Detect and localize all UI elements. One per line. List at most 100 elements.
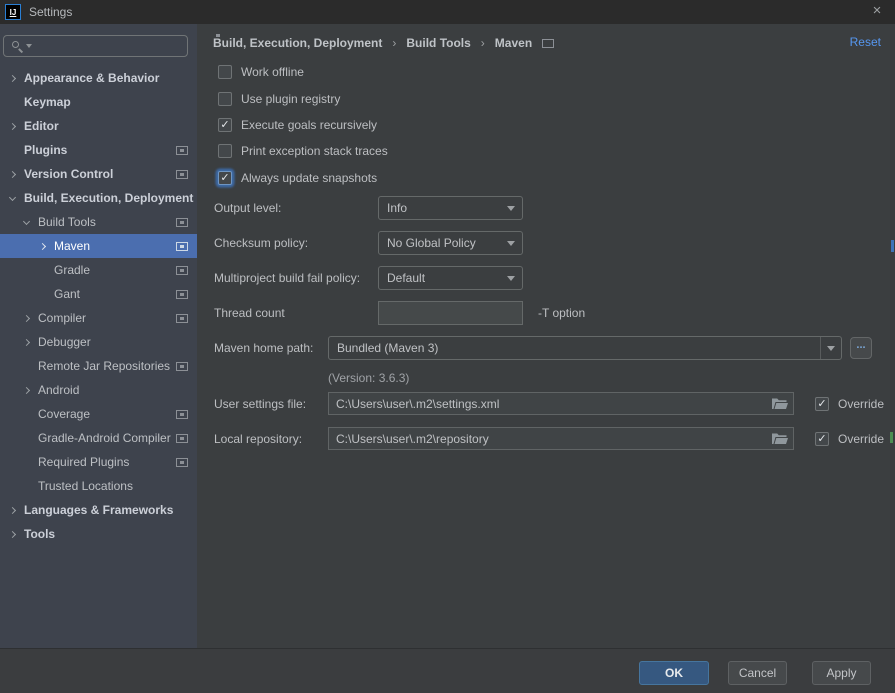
settings-search-input[interactable] [38,37,183,55]
sidebar-item-label: Appearance & Behavior [24,71,159,85]
reset-link[interactable]: Reset [850,35,881,49]
chevron-right-icon[interactable] [38,244,54,249]
sidebar-item-tools[interactable]: Tools [0,522,197,546]
sidebar-item-compiler[interactable]: Compiler [0,306,197,330]
close-icon[interactable]: × [865,0,889,24]
checkbox-box[interactable] [815,432,829,446]
sidebar-item-remote-jar-repositories[interactable]: Remote Jar Repositories [0,354,197,378]
breadcrumb-separator: › [392,36,396,50]
sidebar-item-gradle[interactable]: Gradle [0,258,197,282]
chevron-right-icon[interactable] [8,76,24,81]
breadcrumb-separator: › [481,36,485,50]
breadcrumb-segment[interactable]: Build, Execution, Deployment [213,36,382,50]
cancel-button[interactable]: Cancel [728,661,787,685]
sidebar-item-editor[interactable]: Editor [0,114,197,138]
override-label: Override [838,432,884,446]
chevron-down-icon[interactable] [22,221,38,224]
sidebar-item-build-execution-deployment[interactable]: Build, Execution, Deployment [0,186,197,210]
override-local-repository[interactable]: Override [815,427,884,451]
checkbox-box[interactable] [218,118,232,132]
user-settings-file-input[interactable] [329,393,793,414]
settings-sidebar: Appearance & Behavior Keymap Editor Plug… [0,24,197,648]
sidebar-item-languages-frameworks[interactable]: Languages & Frameworks [0,498,197,522]
user-settings-file-field[interactable] [328,392,794,415]
checkbox-execute-goals-recursively[interactable]: Execute goals recursively [218,115,377,135]
chevron-right-icon[interactable] [22,388,38,393]
checkbox-label: Print exception stack traces [241,144,388,158]
sidebar-item-label: Editor [24,119,59,133]
checkbox-print-exception-stack-traces[interactable]: Print exception stack traces [218,141,388,161]
breadcrumb: Build, Execution, Deployment › Build Too… [213,32,554,54]
sidebar-item-gradle-android-compiler[interactable]: Gradle-Android Compiler [0,426,197,450]
field-label: Local repository: [214,427,302,451]
sidebar-item-appearance-behavior[interactable]: Appearance & Behavior [0,66,197,90]
sidebar-item-plugins[interactable]: Plugins [0,138,197,162]
checkbox-box[interactable] [218,144,232,158]
sidebar-item-label: Keymap [24,95,71,109]
chevron-right-icon[interactable] [22,340,38,345]
checksum-policy-select[interactable]: No Global Policy [378,231,523,255]
override-label: Override [838,397,884,411]
sidebar-item-build-tools[interactable]: Build Tools [0,210,197,234]
chevron-right-icon[interactable] [8,532,24,537]
combobox-arrow-button[interactable] [820,337,841,359]
project-settings-icon [176,266,188,275]
sidebar-item-version-control[interactable]: Version Control [0,162,197,186]
folder-icon[interactable] [772,397,788,410]
chevron-down-icon[interactable] [8,197,24,200]
sidebar-item-android[interactable]: Android [0,378,197,402]
apply-button[interactable]: Apply [812,661,871,685]
settings-search-field[interactable] [3,35,188,57]
chevron-right-icon[interactable] [8,172,24,177]
chevron-right-icon[interactable] [8,124,24,129]
title-bar: IJ Settings × [0,0,895,24]
multiproject-build-fail-policy-select[interactable]: Default [378,266,523,290]
override-user-settings[interactable]: Override [815,392,884,416]
breadcrumb-segment[interactable]: Build Tools [406,36,470,50]
sidebar-item-keymap[interactable]: Keymap [0,90,197,114]
selected-value: No Global Policy [387,236,476,250]
checkbox-label: Use plugin registry [241,92,340,106]
thread-count-input[interactable] [378,301,523,325]
output-level-select[interactable]: Info [378,196,523,220]
folder-icon[interactable] [772,432,788,445]
selected-value: Bundled (Maven 3) [337,341,438,355]
sidebar-item-maven[interactable]: Maven [0,234,197,258]
sidebar-item-label: Trusted Locations [38,479,133,493]
checkbox-label: Execute goals recursively [241,118,377,132]
checkbox-box[interactable] [815,397,829,411]
sidebar-item-gant[interactable]: Gant [0,282,197,306]
sidebar-item-label: Gradle [54,263,90,277]
breadcrumb-segment[interactable]: Maven [495,36,532,50]
ok-button[interactable]: OK [639,661,709,685]
field-label: Output level: [214,196,281,220]
sidebar-item-debugger[interactable]: Debugger [0,330,197,354]
checkbox-use-plugin-registry[interactable]: Use plugin registry [218,89,340,109]
project-settings-icon [176,410,188,419]
checkbox-box[interactable] [218,171,232,185]
project-settings-icon [176,362,188,371]
checkbox-box[interactable] [218,65,232,79]
sidebar-item-trusted-locations[interactable]: Trusted Locations [0,474,197,498]
search-options-chevron-icon[interactable] [26,44,32,48]
checkbox-work-offline[interactable]: Work offline [218,62,304,82]
sidebar-item-label: Compiler [38,311,86,325]
maven-version-note: (Version: 3.6.3) [328,370,409,386]
sidebar-item-label: Required Plugins [38,455,129,469]
local-repository-field[interactable] [328,427,794,450]
field-label: Thread count [214,301,285,325]
checkbox-box[interactable] [218,92,232,106]
local-repository-input[interactable] [329,428,793,449]
browse-button[interactable]: ... [850,337,872,359]
chevron-right-icon[interactable] [8,508,24,513]
maven-home-path-combobox[interactable]: Bundled (Maven 3) [328,336,842,360]
checkbox-always-update-snapshots[interactable]: Always update snapshots [218,168,377,188]
selected-value: Info [387,201,407,215]
sidebar-item-label: Languages & Frameworks [24,503,173,517]
checkbox-label: Work offline [241,65,304,79]
chevron-down-icon [827,346,835,351]
chevron-right-icon[interactable] [22,316,38,321]
sidebar-item-required-plugins[interactable]: Required Plugins [0,450,197,474]
sidebar-item-coverage[interactable]: Coverage [0,402,197,426]
sidebar-item-label: Remote Jar Repositories [38,359,170,373]
